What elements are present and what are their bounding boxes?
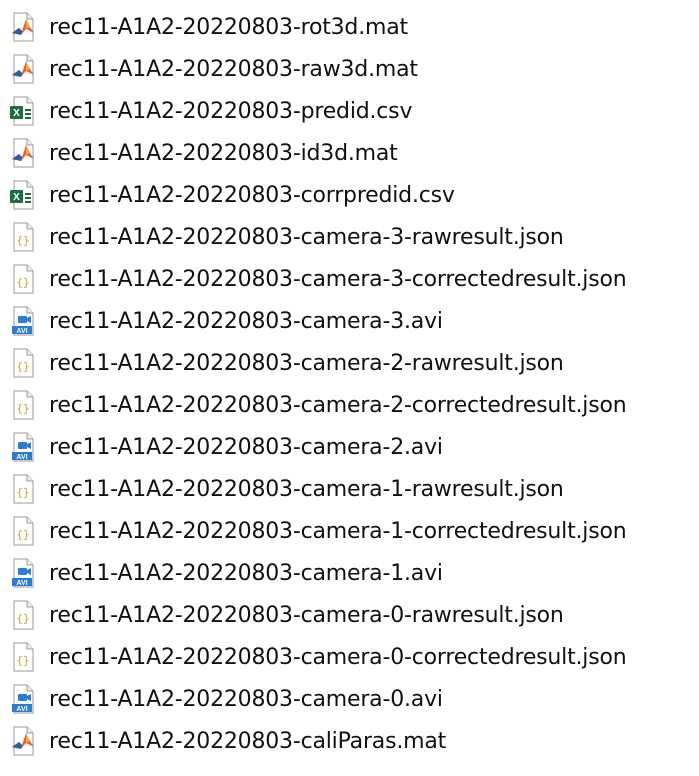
- json-file-icon: {}: [9, 641, 37, 673]
- file-name: rec11-A1A2-20220803-predid.csv: [49, 98, 413, 124]
- json-file-icon: {}: [9, 263, 37, 295]
- file-row[interactable]: {} rec11-A1A2-20220803-camera-3-correcte…: [0, 258, 699, 300]
- file-name: rec11-A1A2-20220803-camera-2-correctedre…: [49, 392, 627, 418]
- file-row[interactable]: {} rec11-A1A2-20220803-camera-2-correcte…: [0, 384, 699, 426]
- file-row[interactable]: rec11-A1A2-20220803-caliParas.mat: [0, 720, 699, 762]
- svg-text:{}: {}: [16, 612, 29, 625]
- excel-csv-file-icon: X: [9, 179, 37, 211]
- avi-video-file-icon: AVI: [9, 431, 37, 463]
- file-row[interactable]: rec11-A1A2-20220803-id3d.mat: [0, 132, 699, 174]
- file-row[interactable]: AVI rec11-A1A2-20220803-camera-0.avi: [0, 678, 699, 720]
- file-list: rec11-A1A2-20220803-rot3d.mat rec11-A1A2…: [0, 6, 699, 762]
- file-name: rec11-A1A2-20220803-camera-0-rawresult.j…: [49, 602, 564, 628]
- file-row[interactable]: {} rec11-A1A2-20220803-camera-0-correcte…: [0, 636, 699, 678]
- file-row[interactable]: {} rec11-A1A2-20220803-camera-1-correcte…: [0, 510, 699, 552]
- matlab-file-icon: [9, 53, 37, 85]
- file-row[interactable]: rec11-A1A2-20220803-rot3d.mat: [0, 6, 699, 48]
- file-name: rec11-A1A2-20220803-camera-3-correctedre…: [49, 266, 627, 292]
- file-name: rec11-A1A2-20220803-camera-1-rawresult.j…: [49, 476, 564, 502]
- avi-video-file-icon: AVI: [9, 305, 37, 337]
- svg-text:{}: {}: [16, 528, 29, 541]
- svg-text:{}: {}: [16, 654, 29, 667]
- svg-text:AVI: AVI: [16, 454, 27, 461]
- json-file-icon: {}: [9, 599, 37, 631]
- file-row[interactable]: X rec11-A1A2-20220803-corrpredid.csv: [0, 174, 699, 216]
- avi-video-file-icon: AVI: [9, 557, 37, 589]
- excel-csv-file-icon: X: [9, 95, 37, 127]
- file-name: rec11-A1A2-20220803-caliParas.mat: [49, 728, 447, 754]
- svg-text:X: X: [13, 192, 20, 203]
- json-file-icon: {}: [9, 389, 37, 421]
- file-row[interactable]: AVI rec11-A1A2-20220803-camera-1.avi: [0, 552, 699, 594]
- file-row[interactable]: {} rec11-A1A2-20220803-camera-0-rawresul…: [0, 594, 699, 636]
- svg-text:{}: {}: [16, 234, 29, 247]
- json-file-icon: {}: [9, 473, 37, 505]
- matlab-file-icon: [9, 11, 37, 43]
- file-row[interactable]: {} rec11-A1A2-20220803-camera-1-rawresul…: [0, 468, 699, 510]
- file-row[interactable]: {} rec11-A1A2-20220803-camera-2-rawresul…: [0, 342, 699, 384]
- file-name: rec11-A1A2-20220803-camera-1.avi: [49, 560, 443, 586]
- svg-text:AVI: AVI: [16, 706, 27, 713]
- json-file-icon: {}: [9, 515, 37, 547]
- json-file-icon: {}: [9, 347, 37, 379]
- matlab-file-icon: [9, 725, 37, 757]
- file-row[interactable]: rec11-A1A2-20220803-raw3d.mat: [0, 48, 699, 90]
- file-row[interactable]: AVI rec11-A1A2-20220803-camera-3.avi: [0, 300, 699, 342]
- file-name: rec11-A1A2-20220803-camera-0-correctedre…: [49, 644, 627, 670]
- svg-text:X: X: [13, 108, 20, 119]
- file-name: rec11-A1A2-20220803-corrpredid.csv: [49, 182, 455, 208]
- svg-text:AVI: AVI: [16, 580, 27, 587]
- svg-text:AVI: AVI: [16, 328, 27, 335]
- file-name: rec11-A1A2-20220803-camera-2.avi: [49, 434, 443, 460]
- file-row[interactable]: AVI rec11-A1A2-20220803-camera-2.avi: [0, 426, 699, 468]
- file-row[interactable]: {} rec11-A1A2-20220803-camera-3-rawresul…: [0, 216, 699, 258]
- svg-text:{}: {}: [16, 486, 29, 499]
- svg-text:{}: {}: [16, 276, 29, 289]
- matlab-file-icon: [9, 137, 37, 169]
- svg-text:{}: {}: [16, 360, 29, 373]
- file-name: rec11-A1A2-20220803-camera-3.avi: [49, 308, 443, 334]
- file-name: rec11-A1A2-20220803-raw3d.mat: [49, 56, 418, 82]
- file-name: rec11-A1A2-20220803-camera-2-rawresult.j…: [49, 350, 564, 376]
- file-row[interactable]: X rec11-A1A2-20220803-predid.csv: [0, 90, 699, 132]
- avi-video-file-icon: AVI: [9, 683, 37, 715]
- file-name: rec11-A1A2-20220803-id3d.mat: [49, 140, 398, 166]
- file-name: rec11-A1A2-20220803-rot3d.mat: [49, 14, 408, 40]
- file-name: rec11-A1A2-20220803-camera-0.avi: [49, 686, 443, 712]
- file-name: rec11-A1A2-20220803-camera-3-rawresult.j…: [49, 224, 564, 250]
- svg-text:{}: {}: [16, 402, 29, 415]
- file-name: rec11-A1A2-20220803-camera-1-correctedre…: [49, 518, 627, 544]
- json-file-icon: {}: [9, 221, 37, 253]
